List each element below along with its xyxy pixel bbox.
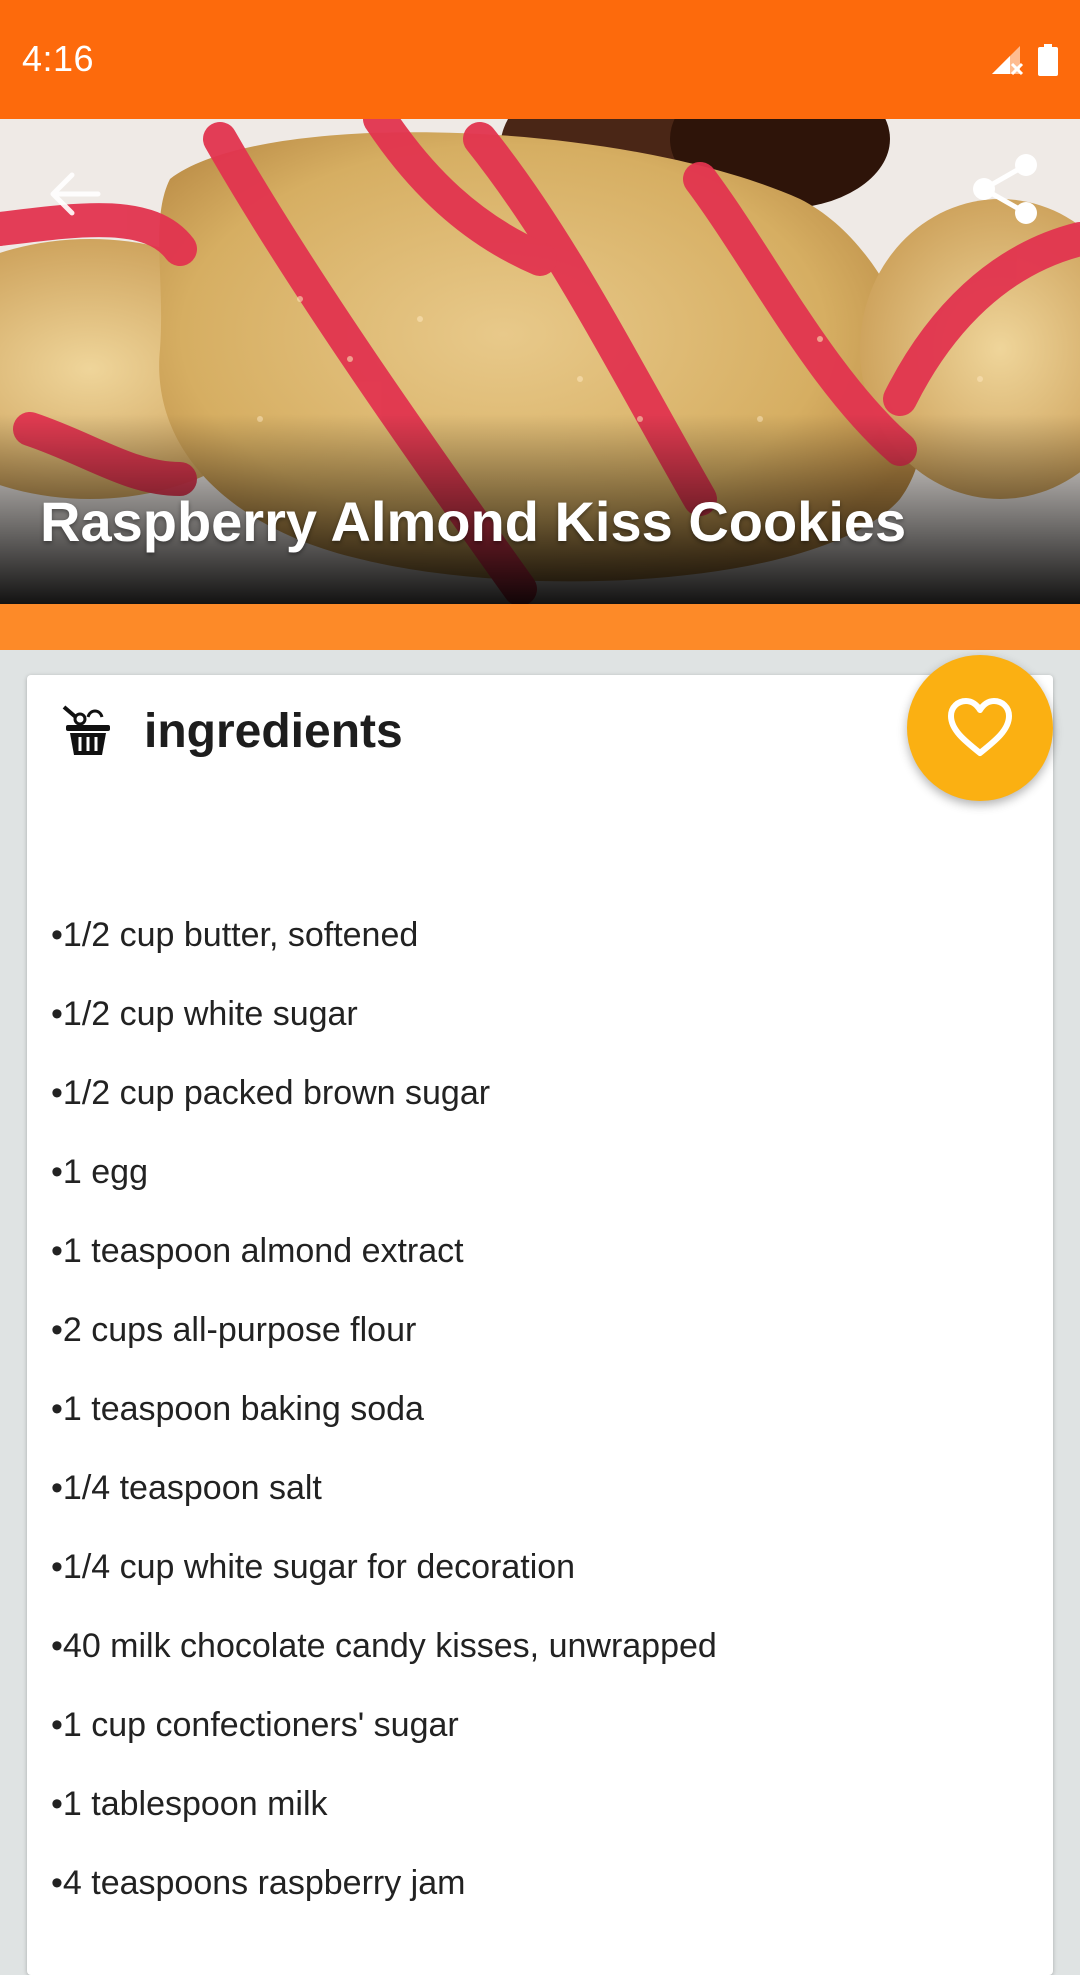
ingredient-item: •1/2 cup packed brown sugar xyxy=(51,1074,491,1112)
accent-strip xyxy=(0,604,1080,650)
recipe-title: Raspberry Almond Kiss Cookies xyxy=(40,490,907,553)
arrow-back-icon xyxy=(50,172,101,216)
heart-outline-icon xyxy=(948,698,1012,756)
ingredient-item: •1/2 cup butter, softened xyxy=(51,916,419,954)
ingredients-header: ingredients xyxy=(60,703,403,759)
ingredient-item: •1 tablespoon milk xyxy=(51,1785,328,1823)
ingredient-item: •1 egg xyxy=(51,1153,148,1191)
ingredient-item: •40 milk chocolate candy kisses, unwrapp… xyxy=(51,1627,717,1665)
ingredient-item: •2 cups all-purpose flour xyxy=(51,1311,417,1349)
ingredient-item: •1 teaspoon almond extract xyxy=(51,1232,464,1270)
back-button[interactable] xyxy=(40,159,110,229)
ingredient-item: •1 teaspoon baking soda xyxy=(51,1390,424,1428)
ingredient-item: •1/4 cup white sugar for decoration xyxy=(51,1548,576,1586)
ingredient-item: •4 teaspoons raspberry jam xyxy=(51,1864,466,1902)
share-icon xyxy=(973,154,1037,224)
status-icons xyxy=(990,44,1058,76)
share-button[interactable] xyxy=(966,151,1042,227)
status-time: 4:16 xyxy=(22,38,95,79)
battery-full-icon xyxy=(1038,44,1058,76)
favorite-button[interactable] xyxy=(907,655,1053,801)
basket-icon xyxy=(62,705,110,755)
ingredient-item: •1/4 teaspoon salt xyxy=(51,1469,322,1507)
ingredients-heading: ingredients xyxy=(144,704,403,758)
ingredient-item: •1/2 cup white sugar xyxy=(51,995,358,1033)
ingredient-list: •1/2 cup butter, softened •1/2 cup white… xyxy=(51,916,717,1943)
ingredients-card: ingredients •1/2 cup butter, softened •1… xyxy=(27,675,1053,1975)
ingredient-item: •1 cup confectioners' sugar xyxy=(51,1706,459,1744)
signal-off-icon xyxy=(992,46,1024,76)
status-bar: 4:16 xyxy=(0,0,1080,119)
recipe-hero-image: Raspberry Almond Kiss Cookies xyxy=(0,119,1080,604)
